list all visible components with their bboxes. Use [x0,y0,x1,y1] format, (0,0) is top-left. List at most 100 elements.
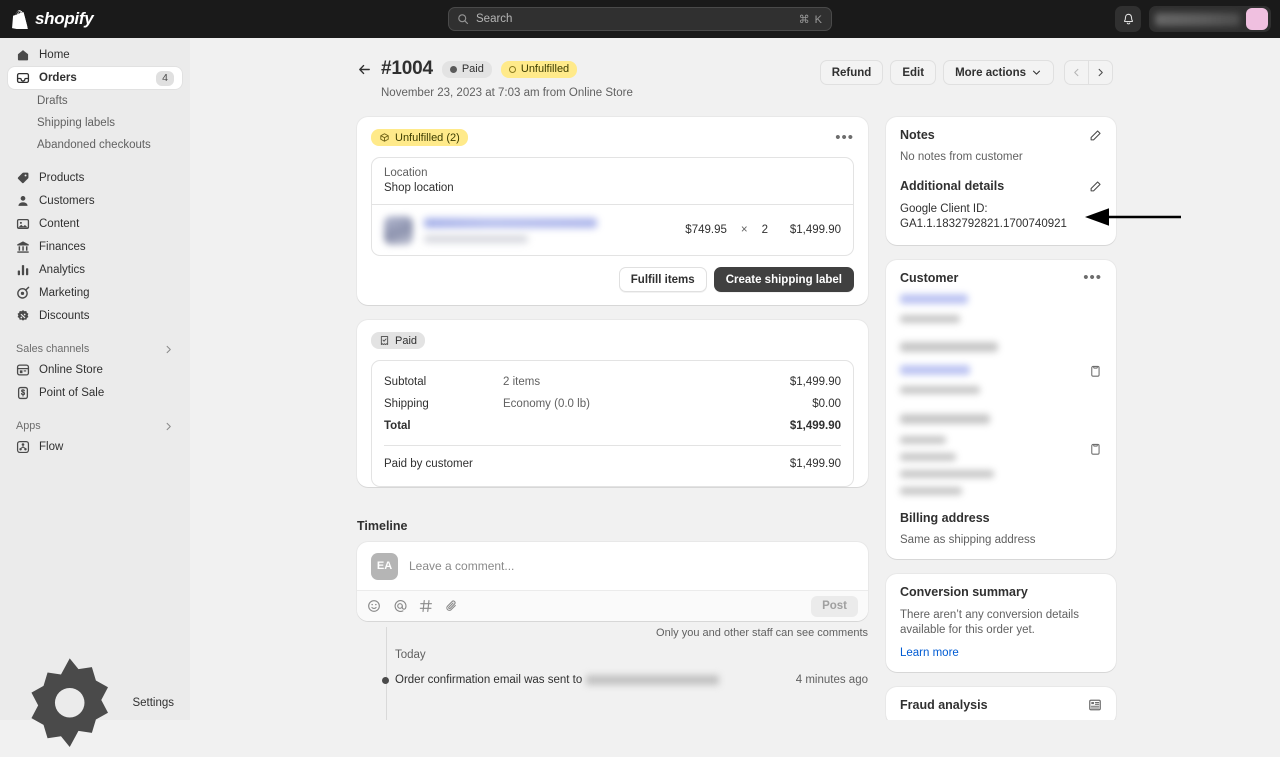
avatar: EA [371,552,398,580]
package-icon [380,133,389,142]
store-switcher[interactable] [1149,6,1271,32]
main-content: #1004 Paid Unfulfilled November 23, 2023… [190,38,1280,720]
customer-name-redacted[interactable] [900,294,968,304]
timeline-event: Order confirmation email was sent to 4 m… [382,674,868,686]
pencil-icon[interactable] [1089,129,1102,142]
fulfill-items-button[interactable]: Fulfill items [618,267,707,292]
sidebar-item-label: Point of Sale [39,387,105,399]
fulfillment-menu-button[interactable]: ••• [835,130,854,145]
sidebar-item-products[interactable]: Products [8,167,182,189]
back-arrow-icon[interactable] [357,62,372,77]
notes-card: Notes No notes from customer Additional … [886,117,1116,245]
home-icon [17,50,29,61]
attachment-clip-icon[interactable] [445,599,459,613]
conversion-summary-body: Conversion summary There aren’t any conv… [886,574,1116,672]
sidebar-item-abandoned-checkouts[interactable]: Abandoned checkouts [8,134,182,156]
row-amount: $1,499.90 [789,376,841,388]
status-dot-filled-icon [449,65,457,73]
customer-email-redacted[interactable] [900,365,970,375]
pencil-icon[interactable] [1089,180,1102,193]
bar-chart-icon [17,265,29,276]
comment-composer: EA Leave a comment... Post [357,542,868,621]
emoji-icon[interactable] [367,599,381,613]
chevron-right-icon [1098,68,1103,77]
fulfillment-details-box: Location Shop location $749.95 × 2 $1,49… [371,157,854,256]
sidebar-item-label: Discounts [39,310,90,322]
edit-button[interactable]: Edit [890,60,937,85]
comment-input-placeholder: Leave a comment... [409,559,515,573]
notes-card-body: Notes No notes from customer Additional … [886,117,1116,245]
search-input[interactable]: Search ⌘ K [448,7,832,31]
sidebar-item-home[interactable]: Home [8,44,182,66]
additional-details-title: Additional details [900,179,1005,193]
fulfillment-card-header: Unfulfilled (2) ••• [357,117,868,146]
sidebar-item-label: Finances [39,241,86,253]
previous-order-button[interactable] [1065,61,1088,84]
mention-at-icon[interactable] [393,599,407,613]
sidebar-item-online-store[interactable]: Online Store [8,359,182,381]
refund-button[interactable]: Refund [819,60,884,85]
customer-menu-button[interactable]: ••• [1083,270,1102,285]
payment-row-subtotal: Subtotal 2 items $1,499.90 [384,371,841,393]
comment-input-row[interactable]: EA Leave a comment... [357,542,868,590]
sidebar-section-sales-channels[interactable]: Sales channels [8,339,182,359]
billing-address-value: Same as shipping address [900,534,1036,546]
create-shipping-label-button[interactable]: Create shipping label [713,267,854,292]
payment-status-badge: Paid [371,332,426,349]
customer-email-block [900,352,1089,394]
conversion-body: There aren’t any conversion details avai… [900,609,1079,636]
sidebar-item-drafts[interactable]: Drafts [8,90,182,112]
conversion-learn-more-link[interactable]: Learn more [900,647,1102,659]
sidebar-item-flow[interactable]: Flow [8,436,182,458]
row-label: Total [384,420,411,432]
address-line-2-redacted [900,453,956,461]
copy-icon[interactable] [1089,364,1102,379]
shopify-bag-icon [12,9,28,29]
sidebar-section-apps[interactable]: Apps [8,416,182,436]
google-client-id-label: Google Client ID: [900,203,988,215]
customer-card: Customer ••• Billing address Same as shi… [886,260,1116,559]
post-comment-button[interactable]: Post [811,595,858,617]
product-title-redacted[interactable] [424,217,674,243]
timeline-rail [386,627,387,720]
megaphone-target-icon [17,286,30,299]
address-line-3-redacted [900,470,994,478]
line-item-quantity: 2 [761,224,768,236]
next-order-button[interactable] [1089,61,1112,84]
timeline-event-label: Order confirmation email was sent to [395,674,583,686]
sidebar-item-content[interactable]: Content [8,213,182,235]
sidebar-item-finances[interactable]: Finances [8,236,182,258]
chevron-right-icon [166,422,171,430]
sidebar-item-settings[interactable]: Settings [8,658,182,748]
sidebar-item-point-of-sale[interactable]: Point of Sale [8,382,182,404]
hashtag-icon[interactable] [419,599,433,613]
sidebar-item-label: Online Store [39,364,103,376]
sidebar-item-shipping-labels[interactable]: Shipping labels [8,112,182,134]
shopify-brand[interactable]: shopify [12,9,190,29]
sidebar-item-orders[interactable]: Orders 4 [8,67,182,89]
sidebar-divider [8,328,182,339]
sidebar-item-customers[interactable]: Customers [8,190,182,212]
line-item-unit-price: $749.95 [685,224,727,236]
customer-address-row [900,424,1102,495]
line-item-row: $749.95 × 2 $1,499.90 [372,204,853,255]
sidebar-item-discounts[interactable]: Discounts [8,305,182,327]
tag-icon [17,172,29,184]
notifications-button[interactable] [1115,6,1141,32]
google-client-id-value: GA1.1.1832792821.1700740921 [900,218,1067,230]
notes-body: No notes from customer [900,151,1023,163]
address-line-1-redacted [900,436,946,444]
customer-phone-redacted [900,386,980,394]
sidebar-item-analytics[interactable]: Analytics [8,259,182,281]
customer-address-block [900,424,1089,495]
search-placeholder: Search [476,13,513,25]
customer-header: Customer ••• [900,270,1102,285]
location-block: Location Shop location [372,158,853,204]
copy-icon[interactable] [1089,442,1102,457]
location-value: Shop location [384,182,454,194]
notes-header: Notes [900,128,1102,142]
row-detail: Economy (0.0 lb) [503,398,590,410]
sidebar-item-label: Customers [39,195,95,207]
more-actions-button[interactable]: More actions [943,60,1054,85]
sidebar-item-marketing[interactable]: Marketing [8,282,182,304]
